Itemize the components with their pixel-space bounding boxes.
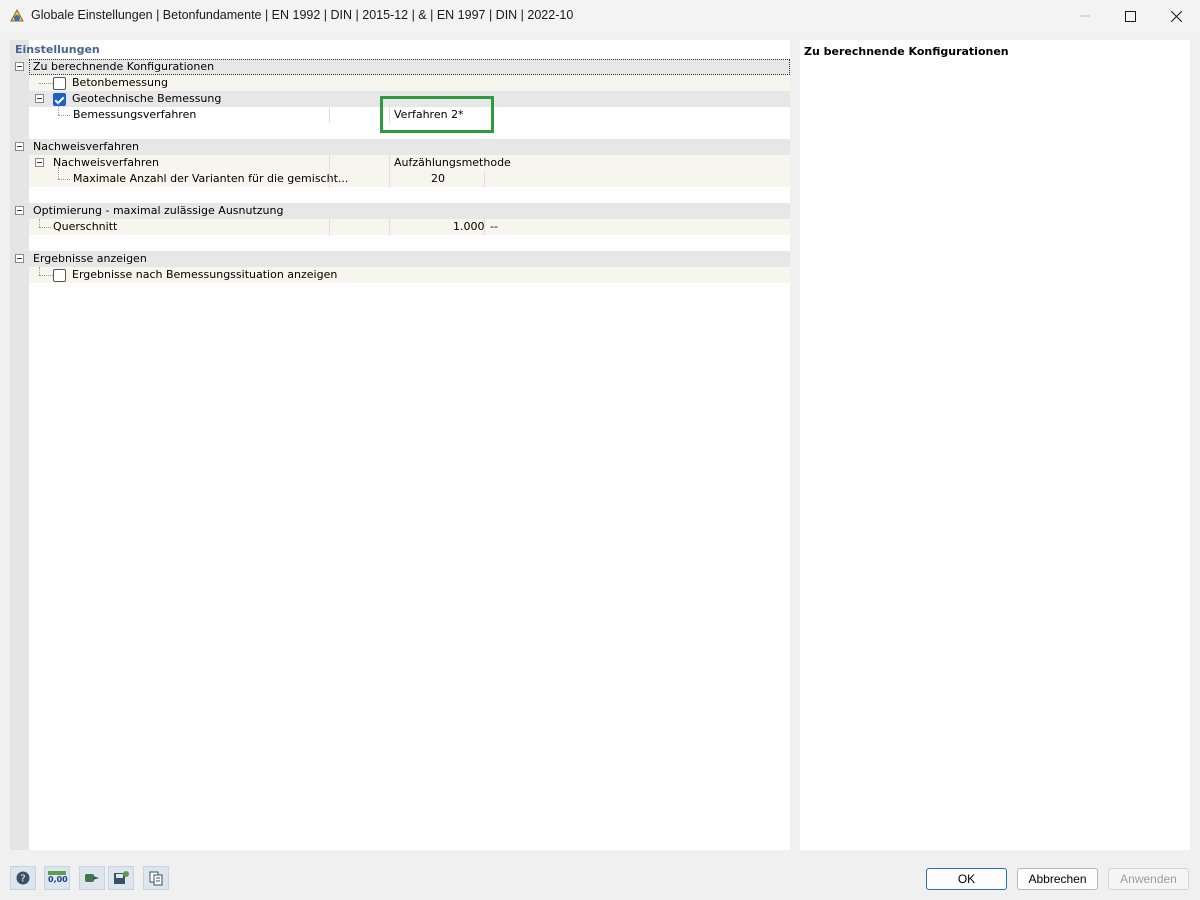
collapse-icon[interactable] [15, 62, 24, 71]
betonbemessung-label: Betonbemessung [72, 76, 168, 89]
cell-divider [389, 219, 390, 235]
window-title: Globale Einstellungen | Betonfundamente … [31, 8, 574, 22]
decimal-places-button[interactable]: 0,00 [44, 866, 70, 890]
maxvarianten-value[interactable]: 20 [431, 172, 445, 185]
querschnitt-label: Querschnitt [53, 220, 118, 233]
group-label-optimierung: Optimierung - maximal zulässige Ausnutzu… [33, 204, 284, 217]
highlight-frame [380, 96, 494, 133]
maxvarianten-label: Maximale Anzahl der Varianten für die ge… [73, 172, 349, 185]
cell-divider [484, 171, 485, 187]
info-title: Zu berechnende Konfigurationen [804, 45, 1009, 58]
cell-divider [389, 155, 390, 171]
tree-line [58, 103, 59, 115]
tree-line [58, 167, 59, 179]
betonbemessung-checkbox[interactable] [53, 77, 66, 90]
svg-text:?: ? [20, 874, 25, 885]
tree-line [39, 227, 51, 228]
collapse-icon[interactable] [15, 254, 24, 263]
close-icon [1170, 10, 1182, 22]
title-bar: Globale Einstellungen | Betonfundamente … [0, 0, 1200, 32]
tree-line [39, 219, 40, 227]
cancel-button[interactable]: Abbrechen [1017, 868, 1098, 890]
row-spacer [29, 187, 790, 203]
collapse-icon[interactable] [15, 206, 24, 215]
collapse-icon[interactable] [35, 158, 44, 167]
tree-line [39, 83, 53, 84]
app-icon [10, 8, 24, 22]
row-querschnitt[interactable] [29, 219, 790, 235]
nachweisverfahren-value[interactable]: Aufzählungsmethode [394, 156, 511, 169]
group-label-configurations: Zu berechnende Konfigurationen [33, 60, 215, 73]
group-label-ergebnisse: Ergebnisse anzeigen [33, 252, 147, 265]
minimize-button[interactable] [1062, 0, 1108, 32]
bemessungsverfahren-label: Bemessungsverfahren [73, 108, 197, 121]
close-button[interactable] [1153, 0, 1199, 32]
tree-gutter [10, 40, 29, 850]
nachsituation-label: Ergebnisse nach Bemessungssituation anze… [72, 268, 338, 281]
minimize-icon [1080, 15, 1090, 17]
cell-divider [329, 107, 330, 123]
maximize-icon [1124, 10, 1136, 22]
maximize-button[interactable] [1107, 0, 1153, 32]
apply-button[interactable]: Anwenden [1108, 868, 1189, 890]
save-settings-button[interactable] [108, 866, 134, 890]
tree-line [39, 275, 53, 276]
nachsituation-checkbox[interactable] [53, 269, 66, 282]
panel-header: Einstellungen [15, 43, 100, 56]
info-panel: Zu berechnende Konfigurationen [800, 40, 1190, 850]
cell-divider [329, 155, 330, 171]
cell-divider [389, 171, 390, 187]
tree-line [58, 115, 70, 116]
cell-divider [329, 219, 330, 235]
collapse-icon[interactable] [35, 94, 44, 103]
collapse-icon[interactable] [15, 142, 24, 151]
geotechnisch-label: Geotechnische Bemessung [72, 92, 222, 105]
help-button[interactable]: ? [10, 866, 36, 890]
cell-divider [484, 219, 485, 235]
ok-button[interactable]: OK [926, 868, 1007, 890]
group-row-nachweisverfahren[interactable] [29, 139, 790, 155]
help-icon: ? [16, 871, 30, 885]
cell-divider [329, 171, 330, 187]
geotechnisch-checkbox[interactable] [53, 93, 66, 106]
copy-settings-icon [149, 871, 163, 886]
import-icon [85, 874, 99, 882]
tree-line [58, 179, 70, 180]
decimal-places-label: 0,00 [48, 875, 68, 884]
save-settings-icon [114, 871, 129, 884]
settings-panel: Einstellungen Zu berechnende Konfigurati… [10, 40, 790, 850]
import-button[interactable] [79, 866, 105, 890]
nachweisverfahren-label: Nachweisverfahren [53, 156, 159, 169]
tree-line [39, 267, 40, 275]
row-spacer [29, 235, 790, 251]
group-label-nachweisverfahren: Nachweisverfahren [33, 140, 139, 153]
querschnitt-unit: -- [490, 220, 498, 233]
copy-settings-button[interactable] [143, 866, 169, 890]
querschnitt-value[interactable]: 1.000 [453, 220, 485, 233]
